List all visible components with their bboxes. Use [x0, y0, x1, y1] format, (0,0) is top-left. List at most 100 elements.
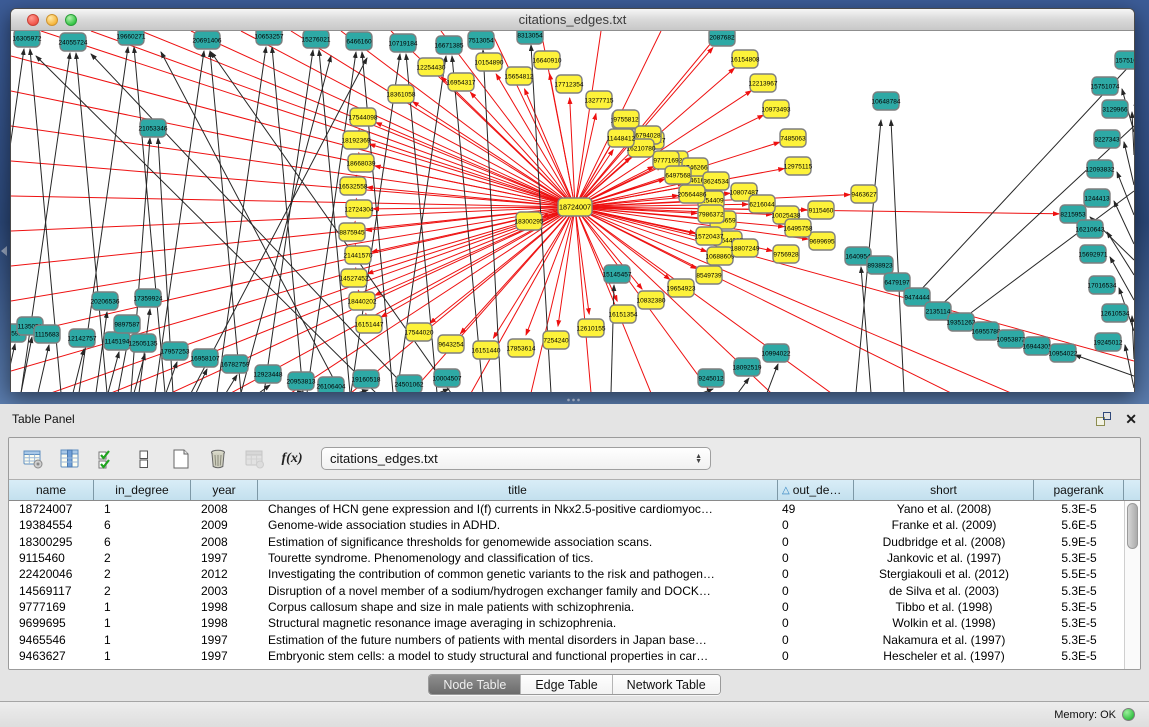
graph-node[interactable]: 18361058: [387, 85, 416, 103]
delete-column-icon[interactable]: [206, 447, 230, 471]
graph-node[interactable]: 19660271: [117, 31, 146, 45]
graph-node[interactable]: 9643254: [438, 335, 464, 353]
graph-node[interactable]: 13277715: [585, 91, 614, 109]
graph-node[interactable]: 12142757: [68, 329, 97, 347]
graph-node[interactable]: 16151440: [472, 341, 501, 359]
graph-node[interactable]: 6466160: [346, 32, 372, 50]
graph-node[interactable]: 16958107: [191, 349, 220, 367]
graph-node[interactable]: 21441570: [344, 246, 373, 264]
graph-node[interactable]: 16151447: [355, 315, 384, 333]
graph-node[interactable]: 9227343: [1094, 130, 1120, 148]
network-window-titlebar[interactable]: citations_edges.txt: [11, 9, 1134, 31]
minimize-window-button[interactable]: [46, 14, 58, 26]
graph-node[interactable]: 15720437: [695, 227, 724, 245]
graph-node[interactable]: 9699695: [809, 232, 835, 250]
graph-node[interactable]: 20564486: [678, 185, 707, 203]
graph-node[interactable]: 20953813: [287, 372, 316, 390]
zoom-window-button[interactable]: [65, 14, 77, 26]
graph-node[interactable]: 7986372: [698, 205, 724, 223]
graph-node[interactable]: 21053346: [139, 119, 168, 137]
table-options-icon[interactable]: [21, 447, 45, 471]
table-row[interactable]: 946362711997Embryonic stem cells: a mode…: [9, 648, 1124, 664]
graph-node[interactable]: 26106404: [317, 377, 346, 392]
graph-node[interactable]: 12254430: [417, 58, 446, 76]
collapse-panel-arrow-icon[interactable]: [1, 246, 7, 256]
graph-node[interactable]: 17957253: [161, 342, 190, 360]
graph-node[interactable]: 10954022: [1049, 344, 1078, 362]
table-row[interactable]: 969969511998Structural magnetic resonanc…: [9, 615, 1124, 631]
graph-node[interactable]: 19654923: [667, 279, 696, 297]
graph-node[interactable]: 10004507: [433, 369, 462, 387]
graph-node[interactable]: 17359924: [134, 289, 163, 307]
graph-node[interactable]: 16210643: [1076, 220, 1105, 238]
tab-node-table[interactable]: Node Table: [429, 675, 521, 694]
column-header-year[interactable]: year: [191, 480, 258, 500]
graph-node[interactable]: 2087682: [709, 31, 735, 46]
graph-node[interactable]: 15654812: [505, 67, 534, 85]
graph-node[interactable]: 15751074: [1091, 77, 1120, 95]
graph-node[interactable]: 8549739: [696, 266, 722, 284]
graph-node[interactable]: 9463627: [851, 185, 877, 203]
graph-node[interactable]: 18192369: [342, 131, 371, 149]
graph-node[interactable]: 18092519: [733, 358, 762, 376]
graph-node[interactable]: 17544020: [405, 323, 434, 341]
graph-node[interactable]: 15276021: [302, 31, 331, 48]
scrollbar-thumb[interactable]: [1127, 503, 1138, 549]
graph-node[interactable]: 10653257: [255, 31, 284, 45]
graph-node[interactable]: 1115683: [34, 325, 60, 343]
graph-node[interactable]: 17853614: [507, 339, 536, 357]
table-row[interactable]: 1456911722003Disruption of a novel membe…: [9, 582, 1124, 598]
column-header-short[interactable]: short: [854, 480, 1034, 500]
graph-node[interactable]: 1145194: [104, 332, 130, 350]
graph-node[interactable]: 16305972: [13, 31, 42, 47]
graph-node[interactable]: 16782759: [221, 355, 250, 373]
graph-node[interactable]: 8875945: [339, 223, 365, 241]
close-panel-icon[interactable]: ✕: [1125, 412, 1137, 426]
graph-node[interactable]: 16640910: [533, 51, 562, 69]
graph-node[interactable]: 10953872: [997, 330, 1026, 348]
graph-node[interactable]: 1244413: [1084, 189, 1110, 207]
graph-node[interactable]: 7254240: [543, 331, 569, 349]
graph-node[interactable]: 8313054: [517, 31, 543, 44]
graph-node[interactable]: 17712354: [555, 75, 584, 93]
graph-node[interactable]: 12610534: [1101, 304, 1130, 322]
graph-node[interactable]: 16154808: [731, 50, 760, 68]
close-window-button[interactable]: [27, 14, 39, 26]
graph-node[interactable]: 24501062: [395, 375, 424, 392]
column-header-pagerank[interactable]: pagerank: [1034, 480, 1124, 500]
graph-node[interactable]: 24055724: [59, 33, 88, 51]
table-row[interactable]: 977716911998Corpus callosum shape and si…: [9, 599, 1124, 615]
table-row[interactable]: 1830029562008Estimation of significance …: [9, 534, 1124, 550]
graph-node[interactable]: 20206536: [91, 292, 120, 310]
column-header-out_de[interactable]: △out_de…: [778, 480, 854, 500]
new-column-icon[interactable]: [169, 447, 193, 471]
graph-node[interactable]: 16532558: [339, 177, 368, 195]
graph-node[interactable]: 17544098: [349, 108, 378, 126]
graph-node[interactable]: 9756928: [773, 245, 799, 263]
graph-node[interactable]: 6497568: [665, 166, 691, 184]
network-canvas[interactable]: 16305972 24055724 19660271 20691406 10653257…: [11, 31, 1134, 392]
network-table-select[interactable]: citations_edges.txt ▲▼: [321, 447, 711, 470]
graph-node[interactable]: 16944301: [1023, 337, 1052, 355]
graph-node[interactable]: 3624534: [703, 172, 729, 190]
function-builder-icon[interactable]: f(x): [280, 447, 304, 471]
unselect-all-columns-icon[interactable]: [132, 447, 156, 471]
graph-node[interactable]: 19245012: [1094, 333, 1123, 351]
graph-node[interactable]: 18668039: [347, 154, 376, 172]
graph-node[interactable]: 12213967: [749, 74, 778, 92]
table-row[interactable]: 2242004622012Investigating the contribut…: [9, 566, 1124, 582]
graph-node[interactable]: 18807249: [731, 239, 760, 257]
graph-node[interactable]: 10154890: [475, 53, 504, 71]
graph-node[interactable]: 18300295: [515, 212, 544, 230]
graph-node[interactable]: 18724007: [558, 198, 592, 216]
column-header-name[interactable]: name: [9, 480, 94, 500]
graph-node[interactable]: 20691406: [193, 31, 222, 49]
graph-node[interactable]: 1575104: [1115, 51, 1134, 69]
graph-node[interactable]: 10994022: [762, 344, 791, 362]
graph-node[interactable]: 8938923: [867, 256, 893, 274]
graph-node[interactable]: 9115460: [808, 201, 834, 219]
graph-node[interactable]: 9897587: [114, 315, 140, 333]
table-row[interactable]: 1938455462009Genome-wide association stu…: [9, 517, 1124, 533]
graph-node[interactable]: 19160518: [352, 370, 381, 388]
graph-node[interactable]: 3129966: [1102, 100, 1128, 118]
